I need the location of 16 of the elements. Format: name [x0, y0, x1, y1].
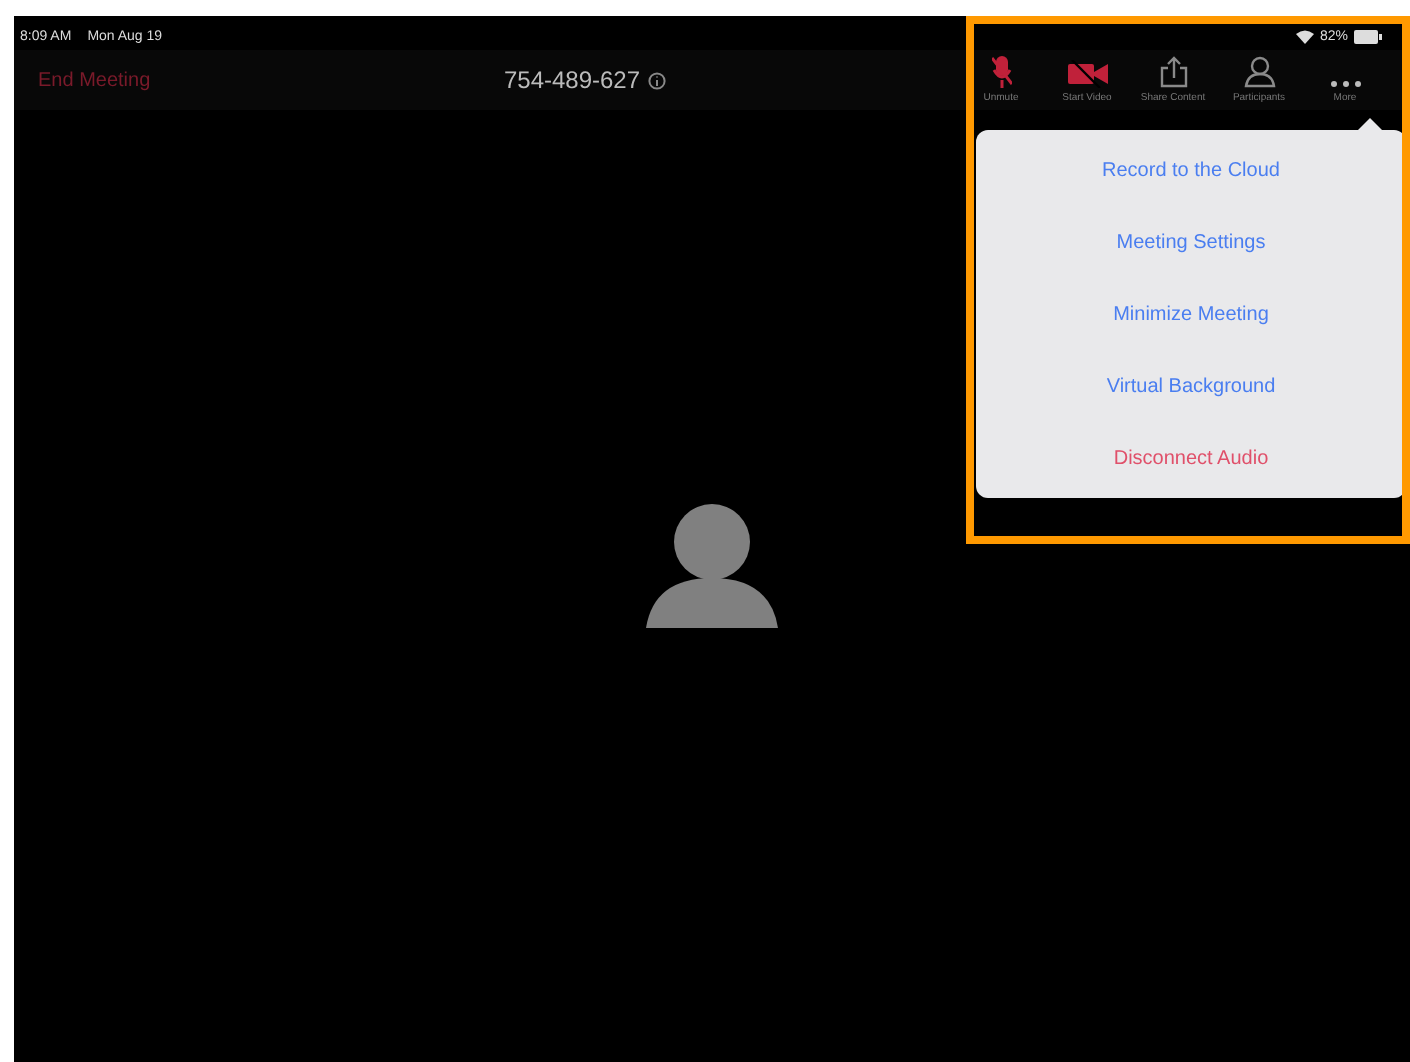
menu-item[interactable]: Meeting Settings	[976, 206, 1406, 278]
menu-item[interactable]: Record to the Cloud	[976, 134, 1406, 206]
menu-item[interactable]: Disconnect Audio	[976, 422, 1406, 494]
menu-item[interactable]: Minimize Meeting	[976, 278, 1406, 350]
share-icon	[1159, 56, 1187, 88]
person-icon	[1243, 56, 1275, 88]
battery-icon	[1354, 30, 1382, 44]
meeting-id: 754-489-627	[503, 66, 641, 94]
end-meeting-button[interactable]: End Meeting	[30, 69, 330, 91]
wifi-icon	[1295, 30, 1314, 44]
muted-microphone-icon	[991, 56, 1011, 88]
info-icon[interactable]	[648, 71, 667, 89]
menu-item[interactable]: Virtual Background	[976, 350, 1406, 422]
video-off-icon	[1067, 60, 1107, 88]
avatar-silhouette	[642, 502, 782, 630]
more-icon	[1329, 80, 1361, 88]
